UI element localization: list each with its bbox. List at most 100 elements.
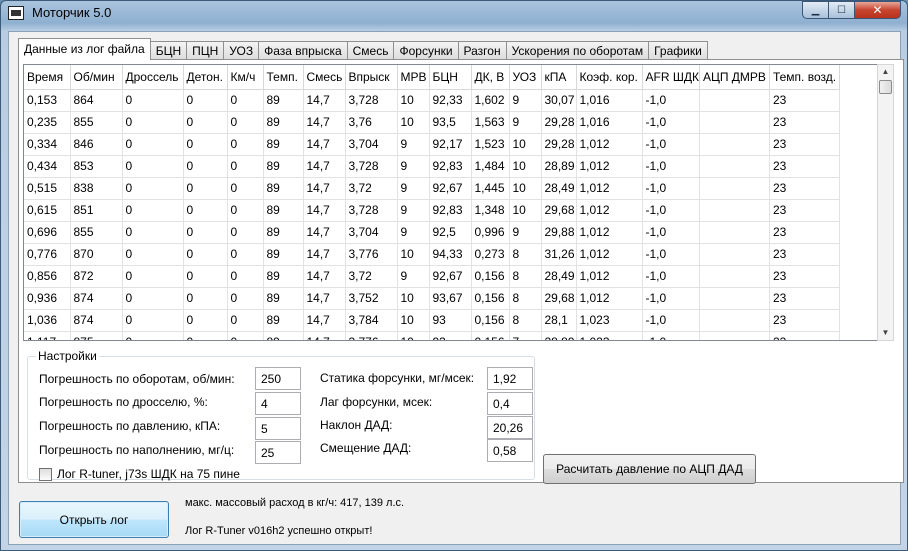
table-cell[interactable]: 23	[769, 155, 840, 178]
table-cell[interactable]: 10	[509, 133, 542, 156]
log-data-grid[interactable]: Время Об/мин Дроссель Детон. Км/ч Темп. Смесь В…	[23, 64, 877, 341]
table-cell[interactable]: 0,515	[24, 177, 71, 200]
column-header[interactable]: Об/мин	[70, 65, 123, 90]
table-cell[interactable]: -1,0	[642, 265, 700, 288]
table-cell[interactable]: 3,776	[345, 331, 398, 340]
table-cell[interactable]: -1,0	[642, 177, 700, 200]
table-cell[interactable]: 31,26	[541, 243, 577, 266]
column-header[interactable]: БЦН	[429, 65, 472, 90]
table-cell[interactable]	[699, 331, 770, 340]
tab-rpm-acceleration[interactable]: Ускорения по оборотам	[505, 41, 650, 60]
table-cell[interactable]: 3,728	[345, 89, 398, 112]
table-cell[interactable]: 92,17	[429, 133, 472, 156]
table-cell[interactable]: 89	[263, 309, 304, 332]
table-cell[interactable]: 23	[769, 177, 840, 200]
table-row[interactable]: 0,235 855 0 0 0 89 14,7 3,76 10 93,5 1,563 9 29,28 1,…	[24, 111, 840, 134]
table-cell[interactable]: 1,012	[576, 221, 643, 244]
column-header[interactable]: Дроссель	[122, 65, 184, 90]
table-cell[interactable]: 10	[509, 155, 542, 178]
fill-error-field[interactable]: 25	[255, 441, 301, 464]
tab-log-data[interactable]: Данные из лог файла	[18, 38, 151, 60]
table-cell[interactable]: -1,0	[642, 111, 700, 134]
table-cell[interactable]: 0,153	[24, 89, 71, 112]
table-cell[interactable]: 0	[183, 265, 228, 288]
column-header[interactable]: кПА	[541, 65, 577, 90]
table-cell[interactable]: 14,7	[303, 331, 346, 340]
table-cell[interactable]: 0	[183, 133, 228, 156]
table-cell[interactable]: 23	[769, 133, 840, 156]
table-cell[interactable]: 23	[769, 309, 840, 332]
table-cell[interactable]: -1,0	[642, 243, 700, 266]
table-cell[interactable]: 92,33	[429, 89, 472, 112]
table-cell[interactable]: 0	[227, 177, 264, 200]
table-cell[interactable]: -1,0	[642, 287, 700, 310]
table-cell[interactable]: 23	[769, 287, 840, 310]
table-cell[interactable]: 92,67	[429, 177, 472, 200]
column-header[interactable]: Темп. возд.	[769, 65, 840, 90]
table-cell[interactable]: 0	[122, 221, 184, 244]
table-cell[interactable]: 1,023	[576, 309, 643, 332]
table-cell[interactable]: 0,235	[24, 111, 71, 134]
dad-slope-field[interactable]: 20,26	[487, 416, 533, 439]
table-row[interactable]: 0,776 870 0 0 0 89 14,7 3,776 10 94,33 0,273 8 31,26…	[24, 243, 840, 266]
table-cell[interactable]: 1,012	[576, 155, 643, 178]
table-cell[interactable]: 92,83	[429, 155, 472, 178]
table-cell[interactable]: 28,1	[541, 309, 577, 332]
table-cell[interactable]: 14,7	[303, 111, 346, 134]
table-cell[interactable]: 3,72	[345, 177, 398, 200]
column-header[interactable]: Впрыск	[345, 65, 398, 90]
table-cell[interactable]: 0	[227, 243, 264, 266]
column-header[interactable]: АЦП ДМРВ	[699, 65, 770, 90]
table-cell[interactable]: 0,696	[24, 221, 71, 244]
table-cell[interactable]	[699, 155, 770, 178]
table-cell[interactable]: 3,704	[345, 221, 398, 244]
table-cell[interactable]: 89	[263, 89, 304, 112]
table-cell[interactable]: 0	[183, 243, 228, 266]
table-cell[interactable]: 0	[183, 111, 228, 134]
table-cell[interactable]: 1,023	[576, 331, 643, 340]
table-cell[interactable]: 1,012	[576, 133, 643, 156]
table-cell[interactable]	[699, 287, 770, 310]
table-cell[interactable]: 9	[397, 133, 430, 156]
table-cell[interactable]: 0	[122, 331, 184, 340]
table-cell[interactable]: 14,7	[303, 155, 346, 178]
table-cell[interactable]: 0,156	[471, 265, 510, 288]
calc-pressure-button[interactable]: Расчитать давление по АЦП ДАД	[543, 454, 756, 484]
table-cell[interactable]: 14,7	[303, 89, 346, 112]
table-cell[interactable]: 0	[122, 111, 184, 134]
table-cell[interactable]: 1,602	[471, 89, 510, 112]
column-header[interactable]: ДК, В	[471, 65, 510, 90]
table-cell[interactable]: 23	[769, 199, 840, 222]
table-row[interactable]: 0,515 838 0 0 0 89 14,7 3,72 9 92,67 1,445 10 28,49 1…	[24, 177, 840, 200]
table-cell[interactable]: 89	[263, 199, 304, 222]
table-cell[interactable]: 8	[509, 309, 542, 332]
table-cell[interactable]: 0	[183, 309, 228, 332]
table-cell[interactable]: 10	[397, 331, 430, 340]
table-row[interactable]: 0,615 851 0 0 0 89 14,7 3,728 9 92,83 1,348 10 29,68…	[24, 199, 840, 222]
tab-uoz[interactable]: УОЗ	[223, 41, 260, 60]
table-cell[interactable]: 30,07	[541, 89, 577, 112]
table-cell[interactable]: 0	[227, 287, 264, 310]
table-cell[interactable]: 3,704	[345, 133, 398, 156]
table-cell[interactable]	[699, 265, 770, 288]
table-cell[interactable]: 10	[397, 309, 430, 332]
table-cell[interactable]: 0	[122, 265, 184, 288]
table-cell[interactable]: 9	[397, 155, 430, 178]
table-cell[interactable]: 14,7	[303, 221, 346, 244]
table-cell[interactable]: 1,348	[471, 199, 510, 222]
table-cell[interactable]: 1,036	[24, 309, 71, 332]
table-cell[interactable]: 1,563	[471, 111, 510, 134]
table-cell[interactable]: 14,7	[303, 199, 346, 222]
table-cell[interactable]: 93	[429, 331, 472, 340]
table-row[interactable]: 0,153 864 0 0 0 89 14,7 3,728 10 92,33 1,602 9 30,07…	[24, 89, 840, 112]
table-cell[interactable]: 93,5	[429, 111, 472, 134]
title-bar[interactable]: Моторчик 5.0 ▁ ☐ ✕	[1, 1, 907, 27]
table-cell[interactable]: 8	[509, 243, 542, 266]
table-cell[interactable]: 0,996	[471, 221, 510, 244]
table-cell[interactable]: 14,7	[303, 133, 346, 156]
table-cell[interactable]: 0	[227, 111, 264, 134]
table-cell[interactable]: 0	[227, 309, 264, 332]
table-cell[interactable]: 0	[227, 89, 264, 112]
table-cell[interactable]: 1,445	[471, 177, 510, 200]
table-cell[interactable]: 0	[227, 331, 264, 340]
